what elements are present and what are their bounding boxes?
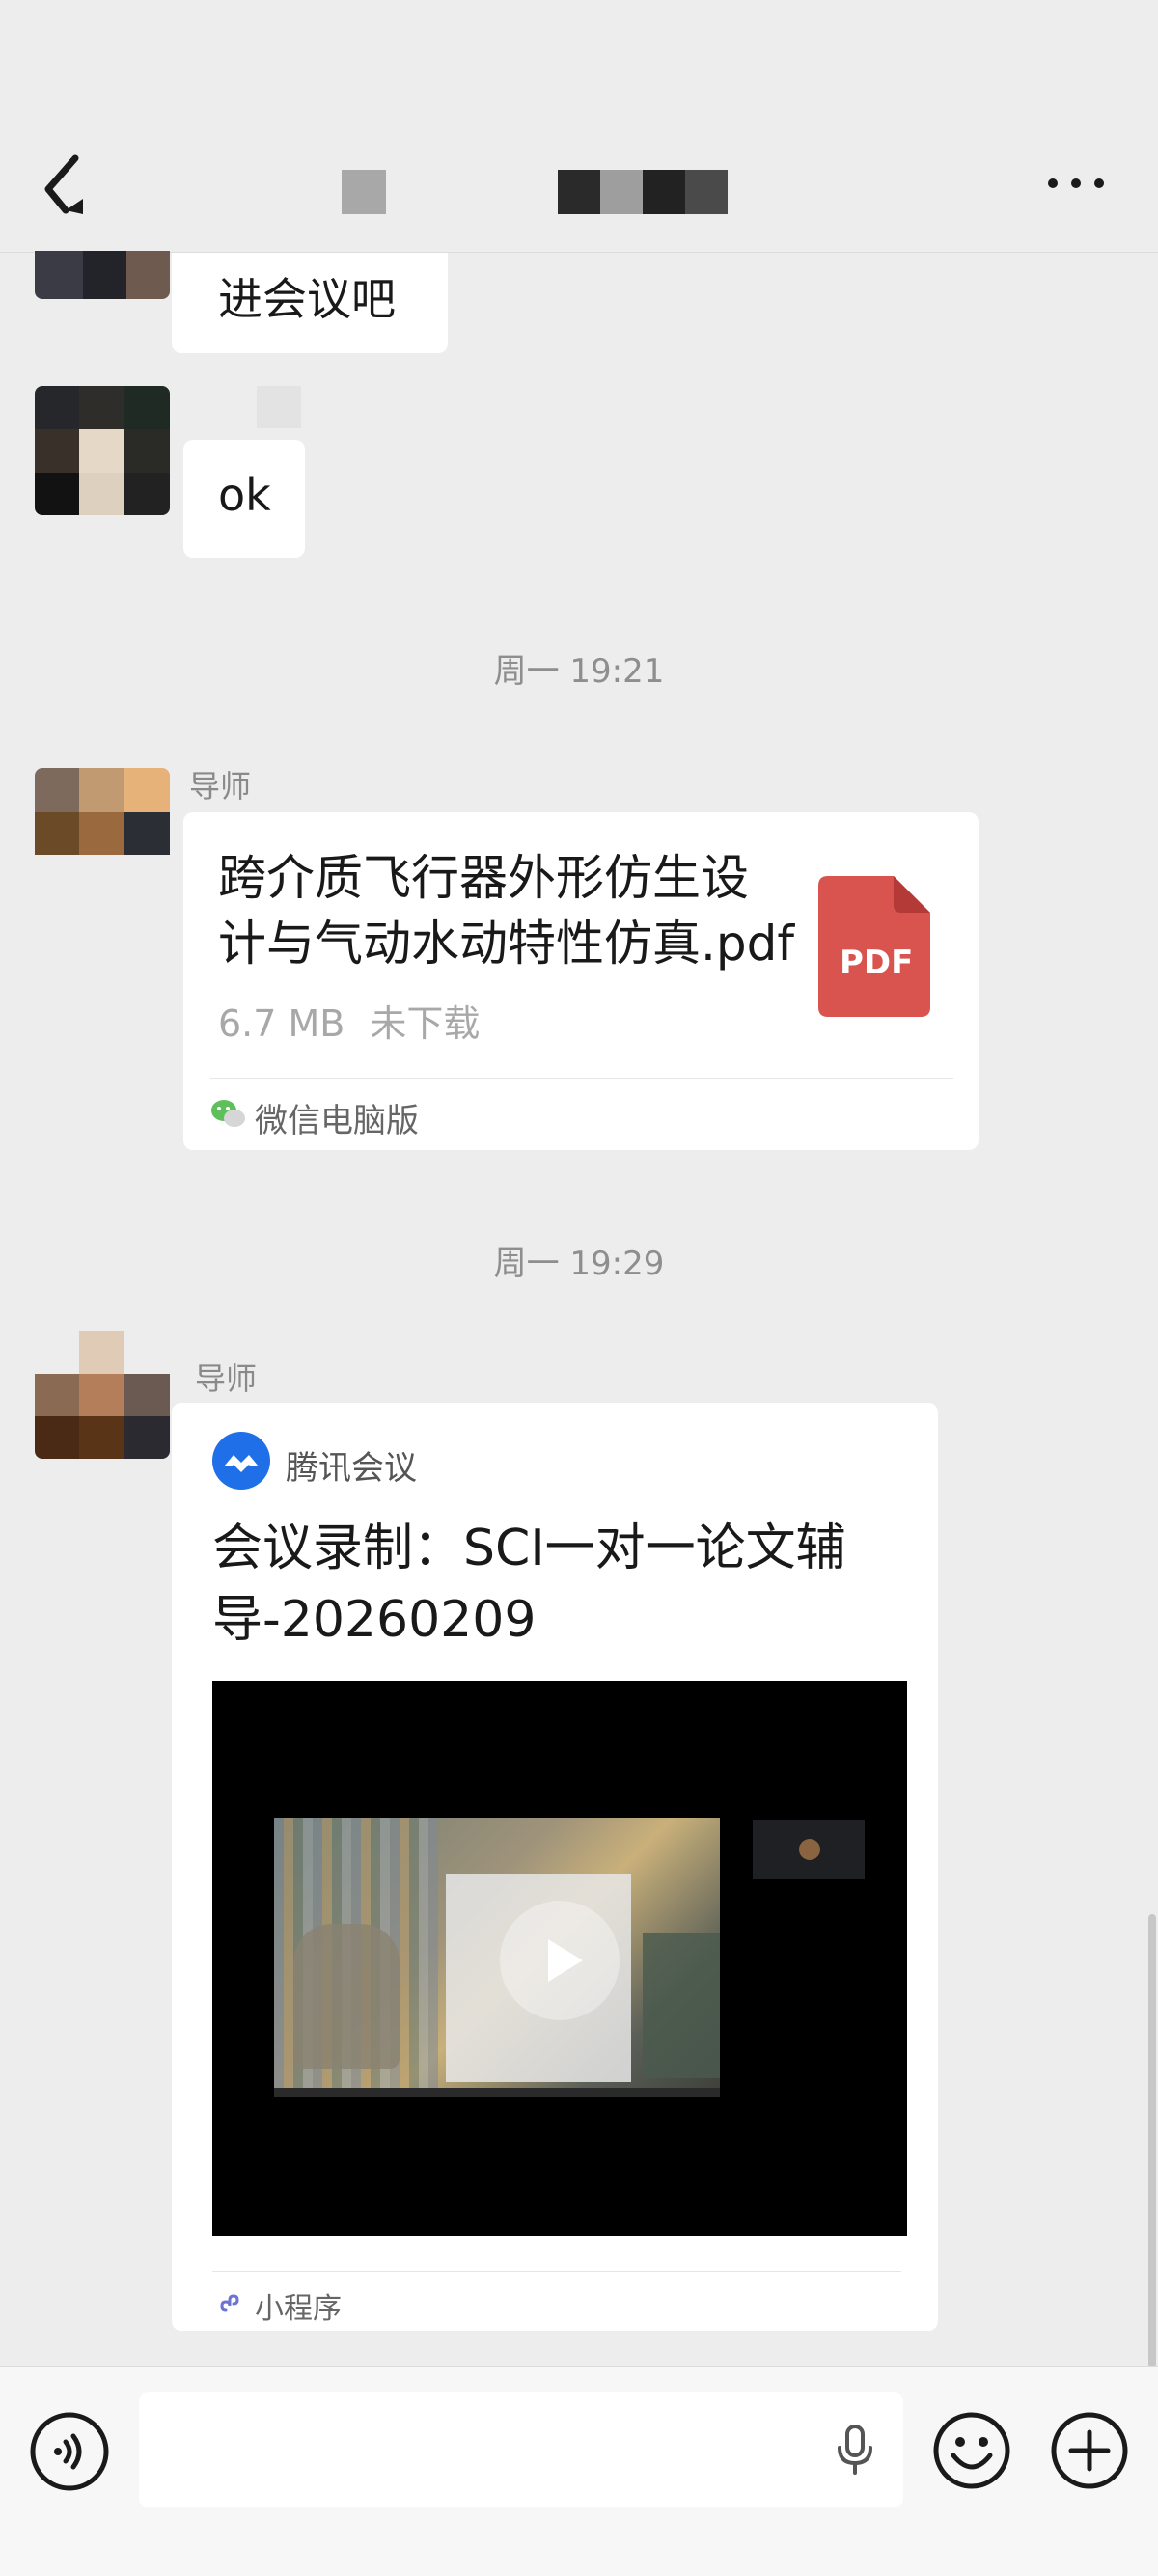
miniprogram-label: 小程序 (255, 2292, 342, 2326)
timestamp: 周一 19:21 (493, 652, 665, 691)
recording-screen (274, 1818, 720, 2097)
tencent-meeting-logo-icon (212, 1432, 270, 1490)
avatar[interactable] (35, 768, 170, 874)
miniprogram-icon (218, 2288, 247, 2317)
message-text: ok (218, 469, 271, 521)
file-source: 微信电脑版 (210, 1094, 419, 1141)
meeting-title: 会议录制：SCI一对一论文辅 导-20260209 (212, 1513, 888, 1656)
speaker-thumbnail (753, 1820, 865, 1879)
avatar[interactable] (35, 386, 170, 515)
sender-name-obscured (172, 386, 301, 428)
avatar[interactable] (35, 193, 170, 299)
sender-name: 导师 (189, 768, 252, 805)
timestamp: 周一 19:29 (493, 1245, 665, 1283)
message-bubble[interactable]: 进会议吧 (172, 253, 448, 353)
avatar[interactable] (35, 1331, 170, 1459)
message-bubble[interactable]: ok (183, 440, 305, 558)
scrollbar[interactable] (1148, 1914, 1156, 2368)
file-size: 6.7 MB (218, 1002, 345, 1045)
mic-icon[interactable] (824, 2419, 886, 2480)
play-icon[interactable] (500, 1901, 620, 2020)
video-thumbnail[interactable] (212, 1681, 907, 2236)
file-source-label: 微信电脑版 (255, 1102, 419, 1140)
meeting-title-line: 导-20260209 (212, 1591, 537, 1649)
emoji-icon[interactable] (932, 2411, 1011, 2490)
wechat-icon (210, 1098, 247, 1131)
file-card[interactable]: 跨介质飞行器外形仿生设 计与气动水动特性仿真.pdf 6.7 MB 未下载 PDF… (183, 812, 979, 1150)
divider (212, 2271, 901, 2272)
chat-title-obscured (342, 170, 747, 214)
chat-header (0, 0, 1158, 253)
file-name-line: 跨介质飞行器外形仿生设 (218, 850, 749, 906)
pdf-file-icon: PDF (818, 876, 930, 1017)
more-dots-icon[interactable] (1042, 164, 1110, 203)
file-name: 跨介质飞行器外形仿生设 计与气动水动特性仿真.pdf (218, 845, 797, 976)
sender-name: 导师 (195, 1360, 258, 1397)
pdf-badge-text: PDF (840, 944, 914, 982)
divider (210, 1078, 953, 1079)
message-input[interactable] (139, 2392, 903, 2507)
miniprogram-source: 小程序 (218, 2285, 342, 2327)
voice-icon[interactable] (29, 2411, 110, 2492)
download-status: 未下载 (370, 1002, 481, 1045)
message-text: 进会议吧 (218, 273, 396, 325)
file-meta: 6.7 MB 未下载 (218, 994, 480, 1047)
input-bar (0, 2366, 1158, 2576)
meeting-card[interactable]: 腾讯会议 会议录制：SCI一对一论文辅 导-20260209 小程序 (172, 1403, 938, 2331)
plus-icon[interactable] (1050, 2411, 1129, 2490)
meeting-title-line: 会议录制：SCI一对一论文辅 (212, 1520, 846, 1577)
meeting-app-name: 腾讯会议 (286, 1449, 417, 1488)
file-name-line: 计与气动水动特性仿真.pdf (218, 916, 794, 972)
